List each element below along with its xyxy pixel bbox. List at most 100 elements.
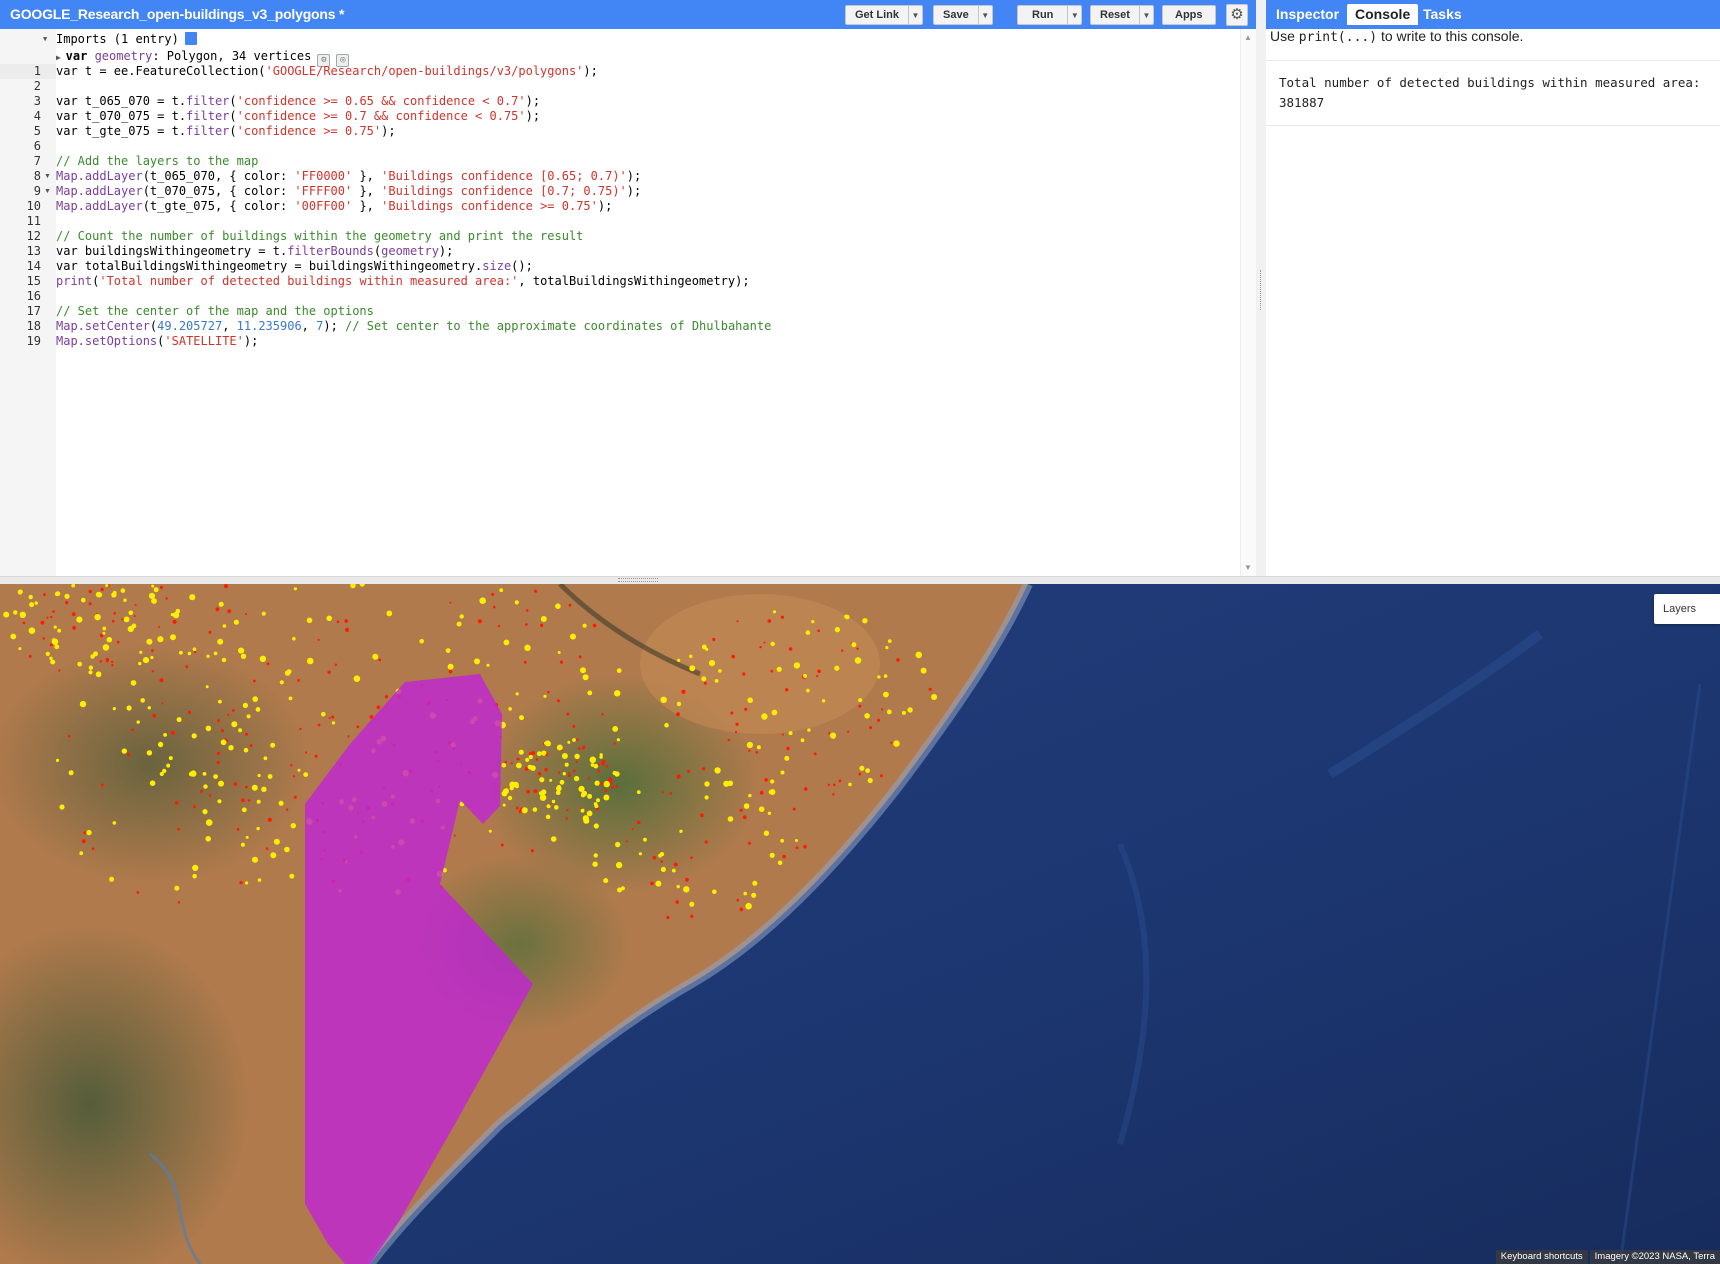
building-dot — [770, 641, 775, 647]
reset-button[interactable]: Reset ▼ — [1090, 5, 1154, 25]
building-dot — [575, 760, 578, 763]
building-dot — [593, 763, 599, 769]
save-button[interactable]: Save ▼ — [933, 5, 993, 25]
satellite-imagery[interactable] — [0, 584, 1720, 1264]
building-dot — [573, 775, 580, 782]
splitter-grip[interactable] — [1260, 270, 1262, 310]
code-line[interactable]: print('Total number of detected building… — [56, 274, 750, 289]
building-dot — [19, 611, 26, 618]
building-dot — [687, 769, 691, 773]
editor-scrollbar[interactable]: ▲ ▼ — [1240, 29, 1256, 576]
building-dot — [704, 840, 708, 844]
splitter-grip[interactable] — [618, 578, 658, 582]
code-line[interactable]: Map.addLayer(t_070_075, { color: 'FFFF00… — [56, 184, 641, 199]
building-dot — [613, 742, 616, 745]
building-dot — [111, 664, 114, 667]
building-dot — [238, 728, 243, 733]
building-dot — [544, 768, 548, 772]
building-dot — [261, 786, 267, 792]
code-line[interactable]: // Add the layers to the map — [56, 154, 258, 169]
imports-header[interactable]: ▼ Imports (1 entry) — [43, 30, 197, 48]
settings-icon[interactable]: ⚙ — [1226, 4, 1248, 26]
building-dot — [785, 688, 789, 692]
import-entry-geometry[interactable]: ▶ var geometry: Polygon, 34 vertices ⚙ ◎ — [56, 47, 350, 67]
building-dot — [816, 675, 819, 678]
building-dot — [858, 772, 862, 776]
building-dot — [151, 649, 154, 652]
code-line[interactable]: Map.setOptions('SATELLITE'); — [56, 334, 258, 349]
code-line[interactable]: var buildingsWithingeometry = t.filterBo… — [56, 244, 453, 259]
code-line[interactable]: Map.setCenter(49.205727, 11.235906, 7); … — [56, 319, 771, 334]
building-dot — [603, 878, 609, 884]
fold-arrow-icon[interactable]: ▼ — [44, 184, 51, 199]
building-dot — [146, 750, 153, 756]
tab-inspector[interactable]: Inspector — [1276, 6, 1339, 22]
building-dot — [136, 891, 140, 894]
building-dot — [453, 834, 456, 837]
code-line[interactable]: // Count the number of buildings within … — [56, 229, 583, 244]
building-dot — [326, 615, 333, 622]
code-area[interactable]: ▼ Imports (1 entry) ▶ var geometry: Polygo… — [43, 29, 1240, 576]
building-dot — [543, 694, 547, 698]
building-dot — [94, 613, 101, 621]
vertical-splitter[interactable] — [1256, 0, 1266, 576]
building-dot — [290, 764, 293, 767]
code-line[interactable]: var t = ee.FeatureCollection('GOOGLE/Res… — [56, 64, 598, 79]
dropdown-arrow-icon[interactable]: ▼ — [977, 6, 992, 24]
apps-button[interactable]: Apps — [1162, 5, 1216, 25]
building-dot — [130, 680, 137, 686]
building-dot — [499, 588, 504, 593]
editor-toolbar: GOOGLE_Research_open-buildings_v3_polygo… — [0, 0, 1256, 29]
building-dot — [689, 901, 695, 907]
scroll-down-icon[interactable]: ▼ — [1244, 563, 1252, 572]
building-dot — [690, 914, 694, 918]
code-line[interactable]: var t_gte_075 = t.filter('confidence >= … — [56, 124, 396, 139]
code-line[interactable]: Map.addLayer(t_gte_075, { color: '00FF00… — [56, 199, 612, 214]
keyboard-shortcuts-link[interactable]: Keyboard shortcuts — [1495, 1250, 1588, 1264]
map-view[interactable]: Layers Keyboard shortcuts Imagery ©2023 … — [0, 584, 1720, 1264]
building-dot — [742, 672, 746, 676]
code-token: }, — [352, 199, 382, 213]
building-dot — [769, 852, 775, 858]
building-dot — [805, 630, 811, 635]
building-dot — [252, 696, 258, 702]
dropdown-arrow-icon[interactable]: ▼ — [1067, 6, 1081, 24]
dropdown-arrow-icon[interactable]: ▼ — [1138, 6, 1153, 24]
building-dot — [759, 790, 764, 795]
building-dot — [763, 641, 766, 644]
scroll-up-icon[interactable]: ▲ — [1244, 33, 1252, 42]
code-line[interactable]: var t_070_075 = t.filter('confidence >= … — [56, 109, 540, 124]
building-dot — [877, 718, 881, 722]
building-dot — [518, 749, 524, 755]
code-token: // Set center to the approximate coordin… — [345, 319, 772, 333]
code-line[interactable]: Map.addLayer(t_065_070, { color: 'FF0000… — [56, 169, 641, 184]
get-link-button[interactable]: Get Link ▼ — [845, 5, 924, 25]
building-dot — [54, 644, 60, 650]
building-dot — [701, 767, 706, 771]
horizontal-splitter[interactable] — [0, 576, 1720, 584]
collapse-arrow-icon[interactable]: ▼ — [43, 30, 47, 48]
code-line[interactable]: var totalBuildingsWithingeometry = build… — [56, 259, 533, 274]
building-dot — [568, 772, 571, 775]
import-var-keyword: var — [65, 49, 88, 63]
fold-arrow-icon[interactable]: ▼ — [44, 169, 51, 184]
building-dot — [100, 587, 104, 592]
tab-tasks[interactable]: Tasks — [1423, 6, 1462, 22]
tab-console[interactable]: Console — [1347, 4, 1419, 25]
script-doc-icon[interactable] — [184, 32, 197, 45]
building-dot — [170, 613, 174, 617]
expand-arrow-icon[interactable]: ▶ — [56, 53, 66, 62]
building-dot — [503, 639, 510, 646]
dropdown-arrow-icon[interactable]: ▼ — [908, 6, 922, 24]
building-dot — [477, 619, 482, 624]
building-dot — [519, 715, 524, 721]
building-dot — [883, 674, 888, 678]
layers-button[interactable]: Layers — [1654, 594, 1720, 624]
building-dot — [567, 740, 571, 744]
code-line[interactable]: // Set the center of the map and the opt… — [56, 304, 374, 319]
run-button[interactable]: Run ▼ — [1017, 5, 1083, 25]
building-dot — [748, 793, 752, 798]
line-number: 11 — [26, 214, 41, 228]
building-dot — [157, 741, 164, 748]
code-line[interactable]: var t_065_070 = t.filter('confidence >= … — [56, 94, 540, 109]
